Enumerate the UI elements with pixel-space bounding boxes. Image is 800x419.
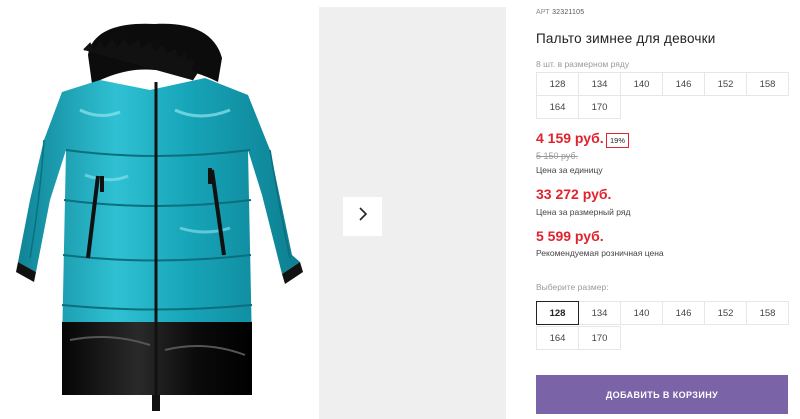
sku-code: 32321105	[552, 9, 585, 16]
size-row-cell: 158	[746, 72, 789, 96]
discount-badge: 19%	[606, 133, 630, 148]
row-price-label: Цена за размерный ряд	[536, 207, 631, 217]
product-page: АРТ 32321105 Пальто зимнее для девочки 8…	[0, 0, 800, 419]
sku-label: АРТ	[536, 9, 550, 16]
choose-size-label: Выберите размер:	[536, 282, 609, 292]
size-row-cell: 146	[662, 72, 705, 96]
size-option-170[interactable]: 170	[578, 326, 621, 350]
size-row-cell: 164	[536, 95, 579, 119]
old-price: 5 150 руб.	[536, 151, 579, 161]
size-option-128[interactable]: 128	[536, 301, 579, 325]
size-row-cell: 134	[578, 72, 621, 96]
product-title: Пальто зимнее для девочки	[536, 31, 716, 46]
gallery-next-button[interactable]	[343, 197, 382, 236]
coat-illustration	[16, 23, 303, 411]
size-row-cell: 152	[704, 72, 747, 96]
product-image[interactable]	[0, 0, 310, 419]
size-row-label: 8 шт. в размерном ряду	[536, 59, 630, 69]
size-row-cell: 128	[536, 72, 579, 96]
retail-price-label: Рекомендуемая розничная цена	[536, 248, 664, 258]
retail-price: 5 599 руб.	[536, 228, 604, 244]
unit-price-label: Цена за единицу	[536, 165, 603, 175]
size-option-146[interactable]: 146	[662, 301, 705, 325]
size-option-164[interactable]: 164	[536, 326, 579, 350]
size-option-134[interactable]: 134	[578, 301, 621, 325]
product-sku: АРТ 32321105	[536, 9, 584, 16]
size-option-158[interactable]: 158	[746, 301, 789, 325]
add-to-cart-button[interactable]: ДОБАВИТЬ В КОРЗИНУ	[536, 375, 788, 414]
size-option-152[interactable]: 152	[704, 301, 747, 325]
size-option-140[interactable]: 140	[620, 301, 663, 325]
chevron-right-icon	[357, 206, 369, 227]
row-price: 33 272 руб.	[536, 186, 612, 202]
size-row-cell: 170	[578, 95, 621, 119]
size-row-cell: 140	[620, 72, 663, 96]
unit-price: 4 159 руб.	[536, 130, 604, 146]
